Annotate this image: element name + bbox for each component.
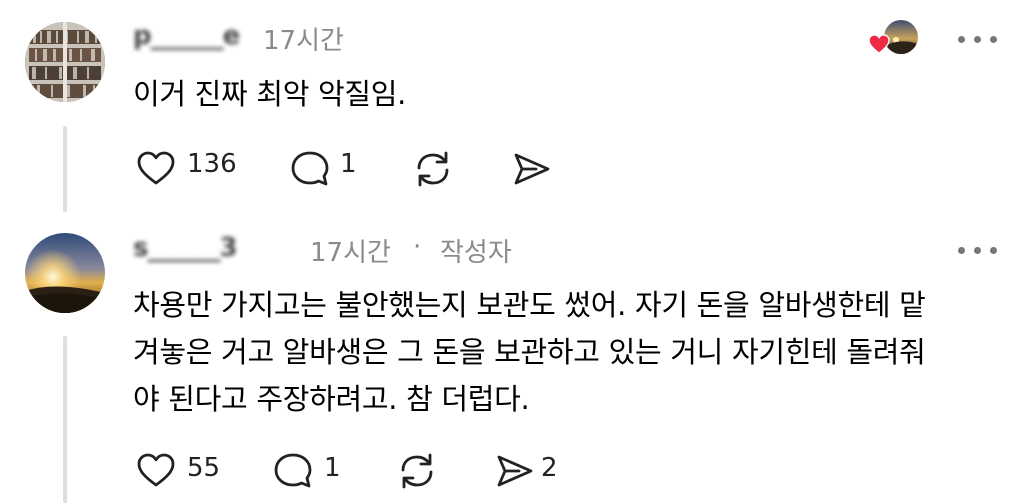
like-button[interactable]: [136, 150, 176, 186]
reply-count: 1: [324, 453, 341, 483]
heart-icon: [137, 453, 175, 487]
avatar-bookshelf[interactable]: [25, 22, 105, 102]
comment-text-line-2: 겨놓은 거고 알바생은 그 돈을 보관하고 있는 거니 자기힌테 돌려줘: [133, 335, 926, 369]
like-count: 136: [187, 149, 237, 179]
separator-dot: ·: [413, 232, 422, 262]
comment-text-line-3: 야 된다고 주장하려고. 참 더럽다.: [133, 382, 530, 416]
timestamp: 17시간: [310, 238, 391, 268]
username[interactable]: p______e: [133, 21, 240, 51]
comment-text-line-1: 차용만 가지고는 불안했는지 보관도 썼어. 자기 돈을 알바생한테 맡: [133, 288, 926, 322]
comment-icon: [274, 453, 312, 488]
more-options-button[interactable]: [958, 36, 997, 43]
repost-button[interactable]: [395, 450, 439, 492]
reply-count: 1: [340, 149, 357, 179]
avatar-sunset[interactable]: [25, 233, 105, 313]
share-button[interactable]: [512, 151, 552, 187]
repost-icon: [417, 151, 449, 187]
like-count: 55: [187, 453, 221, 483]
like-button[interactable]: [136, 452, 176, 488]
comment-icon: [291, 151, 329, 186]
share-count: 2: [541, 453, 558, 483]
timestamp: 17시간: [263, 26, 344, 56]
share-button[interactable]: [495, 453, 535, 489]
liked-by-author-indicator: [868, 20, 920, 56]
heart-icon: [868, 34, 890, 54]
reply-button[interactable]: [273, 452, 313, 490]
comment-text: 이거 진짜 최악 악질임.: [133, 77, 407, 111]
thread-line: [63, 336, 67, 503]
username[interactable]: s______3: [133, 233, 238, 263]
reply-button[interactable]: [290, 150, 330, 188]
more-options-button[interactable]: [958, 247, 997, 254]
heart-icon: [137, 151, 175, 185]
share-icon: [514, 153, 550, 185]
author-badge: 작성자: [440, 238, 512, 268]
repost-icon: [401, 453, 433, 489]
repost-button[interactable]: [411, 148, 455, 190]
share-icon: [497, 455, 533, 487]
thread-line: [63, 126, 67, 212]
